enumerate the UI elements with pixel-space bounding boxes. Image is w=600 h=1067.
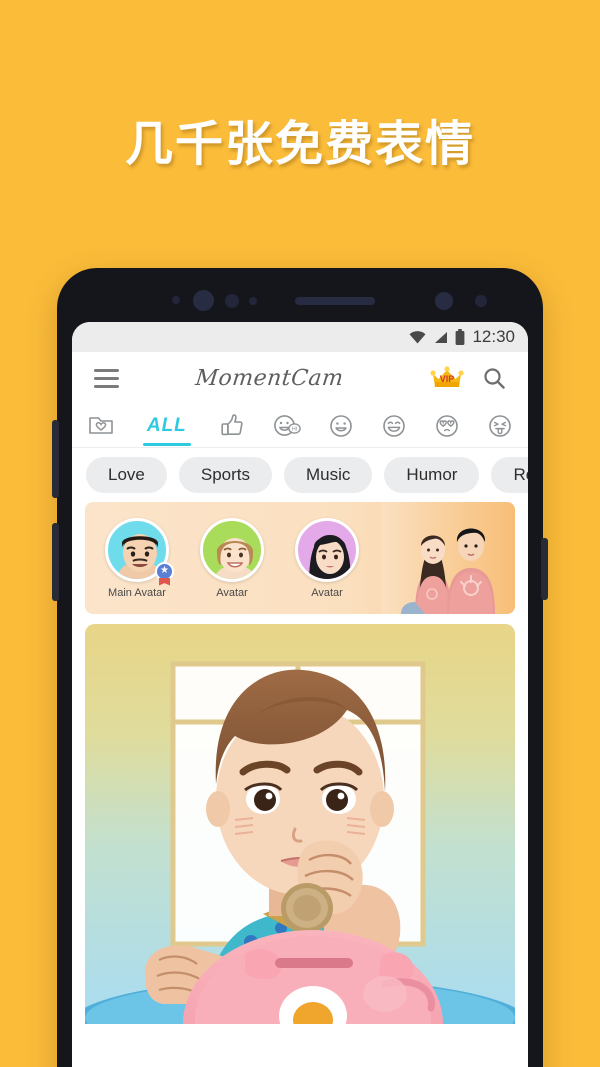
vip-badge[interactable]: VIP	[430, 365, 464, 391]
volume-up-button[interactable]	[52, 420, 59, 498]
tab-favorites[interactable]	[88, 404, 114, 448]
folder-heart-icon	[89, 416, 113, 434]
category-chip-row[interactable]: Love Sports Music Humor Rom	[72, 448, 528, 502]
couple-illustration[interactable]	[381, 502, 515, 614]
tab-thumbs-up[interactable]	[220, 404, 244, 448]
sticker-card[interactable]	[85, 624, 515, 1024]
avatar-label: Main Avatar	[108, 586, 166, 599]
avatar-label: Avatar	[311, 586, 343, 599]
chip-sports[interactable]: Sports	[178, 457, 273, 493]
smiley-face-icon	[330, 414, 353, 437]
avatar-item-3[interactable]: Avatar	[284, 517, 370, 599]
svg-text:HI: HI	[291, 427, 297, 433]
app-header: MomentCam VIP	[72, 352, 528, 404]
sensor-icon	[225, 294, 239, 308]
front-camera-icon	[435, 292, 453, 310]
status-bar-time: 12:30	[472, 327, 515, 346]
tab-laughing[interactable]	[382, 404, 406, 448]
earpiece-speaker	[295, 297, 375, 305]
avatar-image	[295, 517, 359, 582]
tongue-out-face-icon	[489, 414, 511, 437]
vip-label: VIP	[439, 374, 455, 384]
phone-bezel-top	[57, 268, 543, 324]
thumbs-up-icon	[221, 414, 243, 436]
boy-with-piggy-bank-illustration	[85, 624, 515, 1024]
app-logo: MomentCam	[194, 365, 345, 391]
category-tab-bar: ALL HI	[72, 404, 528, 448]
avatar-strip: ★ Main Avatar Avatar Avatar	[85, 502, 515, 614]
wifi-icon	[409, 330, 426, 343]
tab-all[interactable]: ALL	[142, 404, 191, 448]
chip-humor[interactable]: Humor	[384, 457, 480, 493]
signal-icon	[435, 331, 448, 343]
tab-smiley[interactable]	[329, 404, 353, 448]
volume-down-button[interactable]	[52, 523, 59, 601]
chip-romance[interactable]: Rom	[491, 457, 528, 493]
sensor-icon	[249, 297, 257, 305]
battery-icon	[456, 329, 465, 345]
status-bar: 12:30	[72, 322, 528, 352]
front-camera-icon	[193, 290, 214, 311]
page-title: 几千张免费表情	[124, 116, 475, 172]
chip-music[interactable]: Music	[284, 457, 373, 493]
tab-face-speech[interactable]: HI	[273, 404, 301, 448]
tab-heart-eyes[interactable]	[435, 404, 459, 448]
phone-mockup: 12:30 MomentCam VIP ALL HI Love Sports M…	[52, 268, 548, 1067]
chip-love[interactable]: Love	[86, 457, 167, 493]
heart-eyes-face-icon	[436, 414, 458, 437]
avatar-label: Avatar	[216, 586, 248, 599]
sensor-icon	[475, 295, 487, 307]
laughing-face-icon	[383, 414, 406, 437]
power-button[interactable]	[541, 538, 548, 600]
avatar-item-main[interactable]: ★ Main Avatar	[94, 517, 180, 599]
sensor-icon	[172, 296, 180, 304]
face-speech-bubble-icon: HI	[273, 415, 301, 436]
phone-screen: 12:30 MomentCam VIP ALL HI Love Sports M…	[72, 322, 528, 1067]
avatar-item-2[interactable]: Avatar	[189, 517, 275, 599]
main-avatar-star-badge: ★	[155, 561, 174, 581]
avatar-image	[200, 517, 264, 582]
search-icon[interactable]	[482, 366, 506, 390]
tab-tongue-out[interactable]	[488, 404, 512, 448]
